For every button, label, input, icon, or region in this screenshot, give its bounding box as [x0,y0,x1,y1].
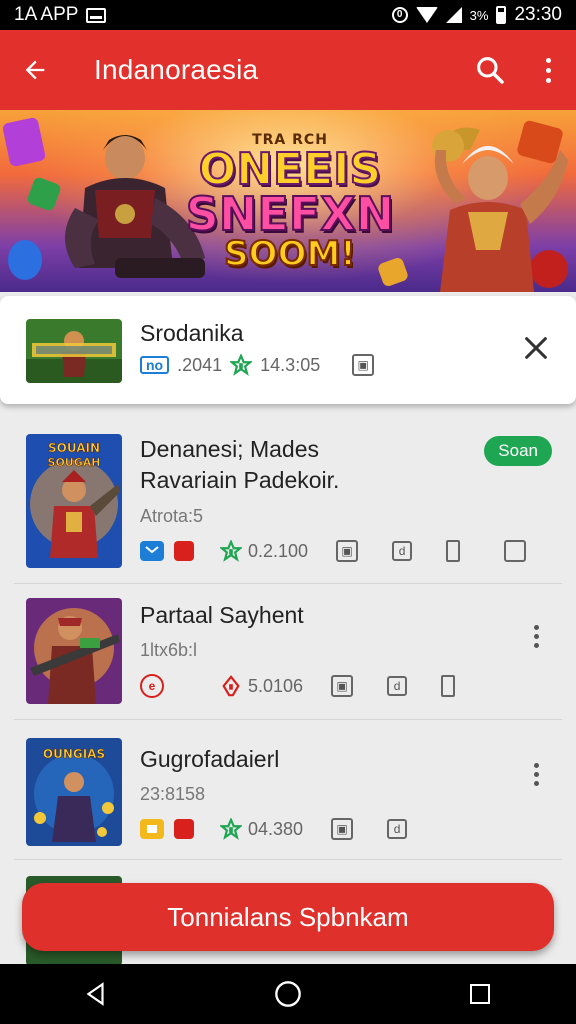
box-icon: ▣ [331,818,354,840]
d-badge-icon: d [392,541,413,561]
list-item[interactable]: SOUAIN SOUGAH Denanesi; Mades Ravariain … [14,416,562,584]
svg-text:SOUGAH: SOUGAH [48,456,101,469]
nav-recents-icon [470,984,490,1004]
rating-value: 04.380 [248,818,304,839]
app-thumbnail [26,598,122,704]
featured-meta: no .2041 14.3:05 ▣ [140,354,375,376]
app-thumbnail: OUNGIAS [26,738,122,846]
search-button[interactable] [460,30,520,110]
app-title: Gugrofadaierl [140,746,280,772]
promo-banner[interactable]: TRA RCH ONEEIS SNEFXN SOOM! [0,110,576,292]
app-title: Denanesi; Mades Ravariain Padekoir. [140,436,340,493]
app-title: Indanoraesia [94,54,259,85]
featured-card[interactable]: Srodanika no .2041 14.3:05 ▣ [0,296,576,404]
rating: 0.2.100 [220,540,308,562]
box-icon: ▣ [331,675,354,697]
app-icon-row: e 5.0106 ▣ d [140,674,456,698]
close-icon[interactable] [522,334,550,362]
overflow-menu-button[interactable] [520,30,576,110]
d-badge-icon: d [387,819,408,839]
tag-red-icon [174,819,194,839]
primary-action-button[interactable]: Tonnialans Spbnkam [22,883,554,951]
nav-home-icon [275,981,301,1007]
row-menu-button[interactable] [526,758,546,790]
rating-value: 5.0106 [248,675,304,696]
app-thumbnail: SOUAIN SOUGAH [26,434,122,568]
svg-text:OUNGIAS: OUNGIAS [43,747,105,761]
rating: 5.0106 [220,675,303,697]
star-outline-icon [230,354,253,376]
battery-icon [496,6,507,24]
app-subtitle: 23:8158 [140,784,206,804]
rating-value: 0.2.100 [248,540,309,561]
featured-tag-badge: no [140,356,170,374]
app-bar: Indanoraesia [0,30,576,110]
nav-recents-button[interactable] [450,964,510,1024]
featured-meta-1: .2041 [177,354,223,375]
wifi-icon [415,7,438,23]
app-list: SOUAIN SOUGAH Denanesi; Mades Ravariain … [14,416,562,966]
nav-back-button[interactable] [66,964,126,1024]
arrow-back-icon [25,60,45,80]
banner-line-3: SNEFXN [185,187,395,241]
featured-meta-2: 14.3:05 [260,354,321,375]
nav-home-button[interactable] [258,964,318,1024]
app-subtitle: Atrota:5 [140,506,204,526]
battery-percent: 3% [469,7,489,23]
app-subtitle: 1ltx6b:l [140,640,198,660]
svg-text:SOUAIN: SOUAIN [48,441,100,455]
warrior-right-illustration [432,127,568,292]
more-vert-icon [545,57,551,83]
banner-title: TRA RCH ONEEIS SNEFXN SOOM! [170,132,410,274]
battery-icon [441,675,456,697]
search-icon [477,57,504,84]
data-saver-icon: 0 [391,7,408,23]
badge-red-icon: e [140,674,164,698]
banner-line-2: ONEEIS [198,144,382,195]
tag-red-icon [174,541,194,561]
list-item[interactable]: OUNGIAS Gugrofadaierl 23:8158 04.380 ▣ d [14,720,562,860]
app-title: Partaal Sayhent [140,602,304,628]
sd-card-icon [86,7,107,23]
star-outline-icon [220,540,242,562]
star-outline-icon [220,818,242,840]
rating: 04.380 [220,818,303,840]
box-icon: ▣ [336,540,359,562]
featured-app-name: Srodanika [140,320,244,346]
tag-blue-icon [140,541,164,561]
system-nav-bar [0,964,576,1024]
banner-line-4: SOOM! [223,234,357,274]
tablet-icon [504,540,527,562]
status-time: 23:30 [514,4,562,25]
back-button[interactable] [0,30,70,110]
battery-icon [446,540,461,562]
app-icon-row: 0.2.100 ▣ d [140,540,527,562]
list-item[interactable]: Partaal Sayhent 1ltx6b:l e 5.0106 ▣ d [14,584,562,720]
status-app-label: 1A APP [14,4,79,25]
nav-back-icon [86,982,104,1006]
tag-yellow-icon [140,819,164,839]
app-icon-row: 04.380 ▣ d [140,818,408,840]
status-badge[interactable]: Soan [484,436,552,466]
status-bar: 1A APP 0 3% 23:30 [0,0,576,30]
downloads-box-icon: ▣ [352,354,375,376]
d-badge-icon: d [387,676,408,696]
featured-thumbnail [26,319,122,383]
signal-icon [445,7,462,23]
flame-icon [222,675,240,697]
row-menu-button[interactable] [526,620,546,652]
